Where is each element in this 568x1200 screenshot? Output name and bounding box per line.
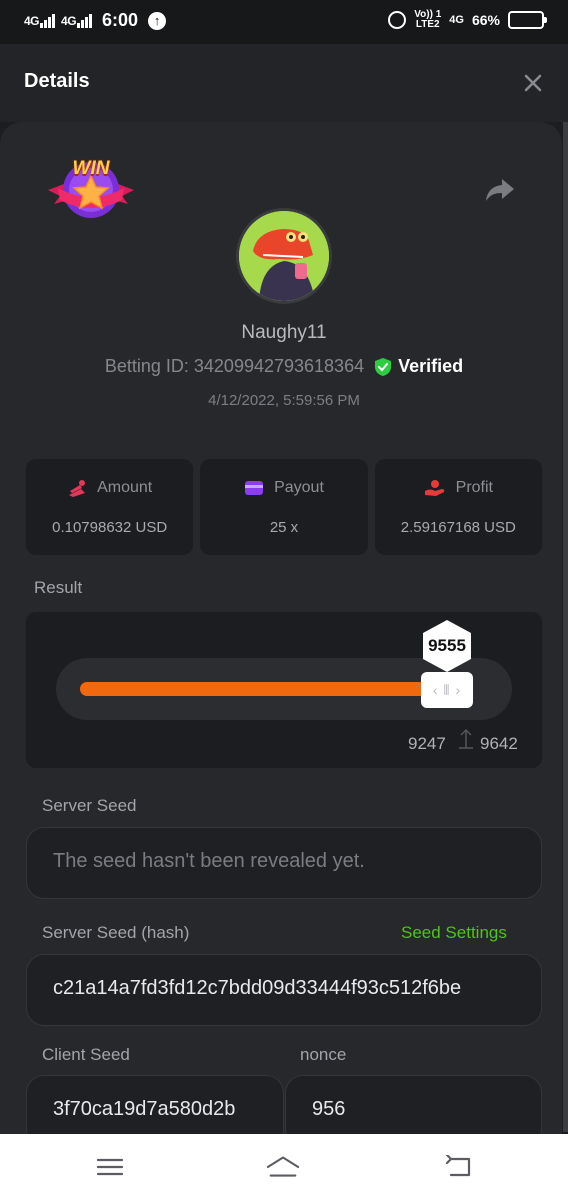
server-seed-hash-field[interactable]: c21a14a7fd3fd12c7bdd09d33444f93c512f6be <box>26 954 542 1026</box>
nonce-value: 956 <box>312 1098 346 1120</box>
verified-status: Verified <box>374 356 463 377</box>
stat-profit: Profit 2.59167168 USD <box>374 459 542 555</box>
battery-percent: 66% <box>471 12 500 28</box>
server-seed-placeholder: The seed hasn't been revealed yet. <box>53 850 365 872</box>
stat-payout: Payout 25 x <box>200 459 368 555</box>
hand-coin-icon <box>424 480 444 496</box>
win-badge: WIN <box>46 154 136 224</box>
bet-datetime: 4/12/2022, 5:59:56 PM <box>208 392 360 409</box>
upload-icon: ↑ <box>148 11 167 30</box>
close-icon <box>524 74 542 92</box>
stat-label: Amount <box>97 479 153 496</box>
stat-label: Profit <box>455 479 493 496</box>
result-slider-thumb[interactable]: ‹ ⦀ › <box>421 672 473 708</box>
clock: 6:00 <box>102 10 139 30</box>
home-button[interactable] <box>265 1152 301 1182</box>
stat-value: 0.10798632 USD <box>52 519 168 536</box>
home-icon <box>266 1156 300 1177</box>
stat-value: 25 x <box>269 519 299 536</box>
close-button[interactable] <box>520 70 546 96</box>
coins-icon <box>69 480 86 497</box>
stat-value: 2.59167168 USD <box>400 519 516 536</box>
nonce-label: nonce <box>300 1045 347 1064</box>
server-seed-hash-label: Server Seed (hash) <box>42 923 190 942</box>
network-type-3: 4G <box>449 14 464 26</box>
server-seed-label: Server Seed <box>42 796 137 815</box>
share-icon <box>486 179 514 201</box>
slider-handle-icon: ‹ ⦀ › <box>432 681 462 698</box>
details-header: Details <box>0 44 568 122</box>
win-badge-label: WIN <box>72 158 110 179</box>
stat-amount: Amount 0.10798632 USD <box>26 459 194 555</box>
client-seed-value: 3f70ca19d7a580d2b <box>53 1098 236 1120</box>
volte-indicator: Vo)) 1 LTE2 <box>414 10 441 30</box>
scrollbar[interactable] <box>563 122 568 1132</box>
shield-check-icon <box>375 357 392 376</box>
seed-settings-link[interactable]: Seed Settings <box>401 923 507 943</box>
battery-icon <box>508 11 547 29</box>
menu-icon <box>96 1158 124 1176</box>
status-bar: 4G 4G 6:00 ↑ Vo)) 1 LTE2 4G 66% <box>0 0 568 44</box>
result-slider-fill <box>80 682 447 696</box>
server-seed-field[interactable]: The seed hasn't been revealed yet. <box>26 827 542 899</box>
result-panel: ‹ ⦀ › 9555 9247 9642 <box>26 612 542 768</box>
range-low: 9247 <box>408 734 446 753</box>
system-nav-bar <box>0 1134 568 1200</box>
network-type-label: 4G <box>24 13 40 28</box>
range-high: 9642 <box>480 734 518 753</box>
avatar <box>236 208 332 304</box>
network-signal-2: 4G <box>61 13 93 28</box>
back-button[interactable] <box>440 1152 476 1182</box>
result-label: Result <box>34 578 83 597</box>
result-value: 9555 <box>428 636 466 655</box>
volte-bottom-label: LTE2 <box>415 19 440 30</box>
betting-id-row: Betting ID: 342099427936183​64 Verified <box>0 356 568 377</box>
client-seed-label: Client Seed <box>42 1045 130 1064</box>
network-type-label: 4G <box>61 13 77 28</box>
network-signal-1: 4G <box>24 13 56 28</box>
stats-row: Amount 0.10798632 USD Payout 25 x Profit… <box>26 459 542 555</box>
verified-label: Verified <box>398 356 464 376</box>
share-button[interactable] <box>484 176 516 204</box>
crocodile-avatar-icon <box>239 211 329 301</box>
stat-label: Payout <box>274 479 324 496</box>
alarm-icon <box>388 11 407 29</box>
server-seed-hash-value: c21a14a7fd3fd12c7bdd09d33444f93c512f6be <box>53 977 462 999</box>
recent-apps-button[interactable] <box>92 1152 128 1182</box>
wallet-icon <box>245 481 264 495</box>
arrow-up-icon <box>459 728 473 749</box>
username: Naughy11 <box>241 322 327 343</box>
betting-id: Betting ID: 342099427936183​64 <box>104 356 365 376</box>
page-title: Details <box>24 70 90 92</box>
back-icon <box>445 1155 471 1177</box>
